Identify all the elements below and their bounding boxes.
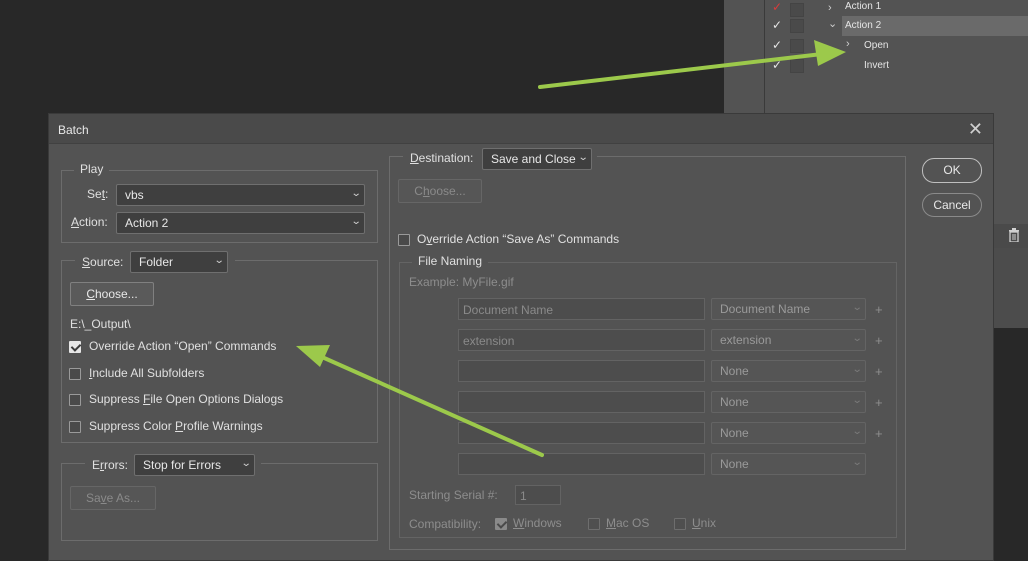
arrow-head-icon (814, 40, 846, 66)
annotation-arrow-line (320, 355, 544, 457)
annotation-arrows (296, 40, 846, 457)
arrow-head-icon (296, 345, 330, 367)
annotation-arrow-line (538, 52, 824, 89)
